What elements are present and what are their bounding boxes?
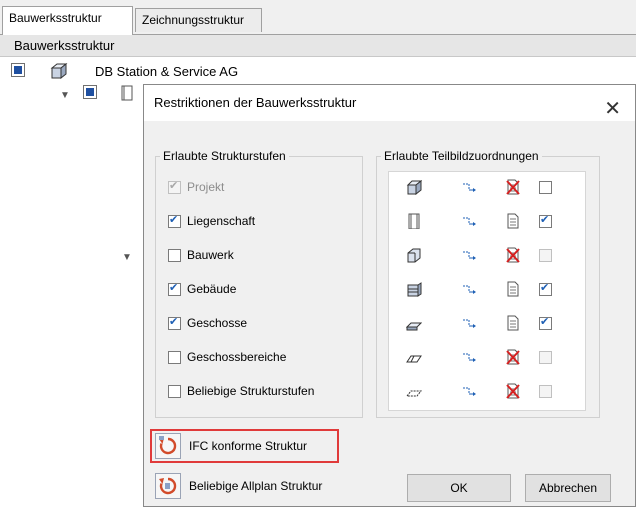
assignment-checkbox[interactable]	[539, 181, 552, 194]
building-icon	[407, 282, 422, 297]
allplan-structure-label[interactable]: Beliebige Allplan Struktur	[189, 477, 322, 495]
no-document-icon	[506, 349, 520, 365]
level-label: Gebäude	[187, 282, 237, 296]
document-icon	[507, 281, 519, 297]
level-label: Bauwerk	[187, 248, 234, 262]
restrictions-dialog: Restriktionen der Bauwerksstruktur ✕ Erl…	[143, 84, 636, 507]
expand-triangle-icon[interactable]: ▼	[122, 252, 132, 263]
level-label: Liegenschaft	[187, 214, 256, 228]
level-checkbox[interactable]	[168, 249, 181, 262]
allplan-structure-icon	[159, 477, 177, 495]
level-checkbox[interactable]	[168, 315, 181, 330]
panel-title: Bauwerksstruktur	[14, 38, 115, 53]
allowed-levels-title: Erlaubte Strukturstufen	[160, 149, 289, 163]
level-checkbox[interactable]	[168, 351, 181, 364]
assign-arrow-icon	[463, 251, 476, 260]
assignment-checkbox	[539, 249, 552, 262]
allplan-structure-button[interactable]	[155, 473, 181, 499]
expand-triangle-icon[interactable]: ▼	[60, 90, 70, 101]
site-tree-icon	[121, 85, 133, 101]
storey-icon	[406, 322, 422, 331]
tree-node-marker-icon	[11, 63, 25, 77]
level-checkbox[interactable]	[168, 281, 181, 296]
no-document-icon	[506, 179, 520, 195]
level-label: Projekt	[187, 180, 225, 194]
tree-root-row[interactable]	[11, 62, 25, 82]
assignment-checkbox	[539, 385, 552, 398]
dialog-title: Restriktionen der Bauwerksstruktur	[154, 95, 357, 110]
tree-node-marker-icon	[82, 85, 97, 99]
assign-arrow-icon	[463, 183, 476, 192]
ok-button[interactable]: OK	[407, 474, 511, 502]
no-document-icon	[506, 383, 520, 399]
any-level-icon	[406, 390, 422, 397]
level-label: Geschossbereiche	[187, 350, 287, 364]
project-tree-icon	[50, 63, 68, 80]
assign-arrow-icon	[463, 387, 476, 396]
level-label: Geschosse	[187, 316, 248, 330]
dialog-titlebar: Restriktionen der Bauwerksstruktur ✕	[144, 85, 635, 121]
assignment-checkbox[interactable]	[539, 281, 552, 296]
document-icon	[507, 213, 519, 229]
assignment-checkbox[interactable]	[539, 213, 552, 228]
assign-arrow-icon	[463, 319, 476, 328]
ifc-structure-label[interactable]: IFC konforme Struktur	[189, 437, 307, 455]
level-checkbox[interactable]	[168, 385, 181, 398]
level-checkbox[interactable]	[168, 213, 181, 228]
allowed-assignments-title: Erlaubte Teilbildzuordnungen	[381, 149, 542, 163]
tree-child-row[interactable]: ▼	[60, 84, 97, 104]
level-label: Beliebige Strukturstufen	[187, 384, 315, 398]
tree-root-label[interactable]: DB Station & Service AG	[95, 62, 238, 82]
cancel-button[interactable]: Abbrechen	[525, 474, 611, 502]
project-icon	[406, 179, 422, 195]
close-icon[interactable]: ✕	[604, 91, 621, 127]
assign-arrow-icon	[463, 353, 476, 362]
ifc-structure-button[interactable]	[155, 433, 181, 459]
document-icon	[507, 315, 519, 331]
tab-zeichnungsstruktur[interactable]: Zeichnungsstruktur	[135, 8, 262, 32]
assignment-checkbox[interactable]	[539, 315, 552, 330]
level-checkbox	[168, 179, 181, 194]
ifc-structure-icon	[159, 436, 177, 455]
tab-bauwerksstruktur[interactable]: Bauwerksstruktur	[2, 6, 133, 35]
site-icon	[408, 213, 420, 229]
no-document-icon	[506, 247, 520, 263]
assign-arrow-icon	[463, 217, 476, 226]
storey-area-icon	[406, 355, 422, 363]
tab-strip: Bauwerksstruktur Zeichnungsstruktur	[0, 0, 636, 35]
structure-icon	[407, 248, 421, 263]
assignment-checkbox	[539, 351, 552, 364]
panel-header: Bauwerksstruktur	[0, 35, 636, 57]
assign-arrow-icon	[463, 285, 476, 294]
